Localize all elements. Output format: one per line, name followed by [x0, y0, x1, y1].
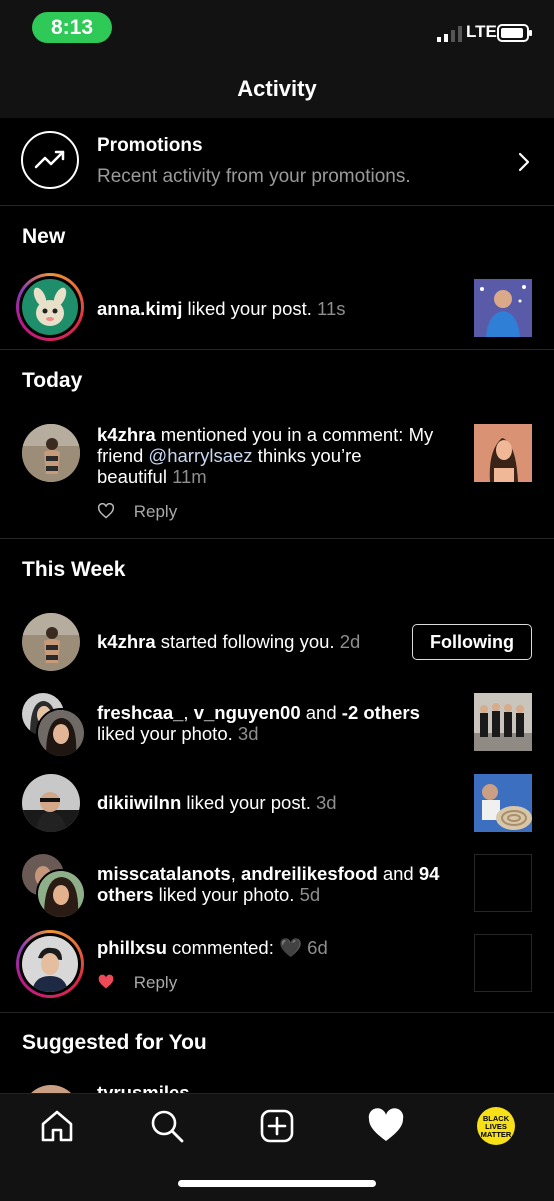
nav-header: Activity: [0, 60, 554, 118]
signal-icon: [437, 26, 462, 42]
home-icon[interactable]: [37, 1106, 77, 1146]
avatar[interactable]: [36, 708, 86, 758]
username[interactable]: dikiiwilnn: [97, 792, 181, 813]
avatar[interactable]: [22, 613, 80, 671]
status-time: 8:13: [32, 12, 112, 43]
reply-row: Reply: [97, 973, 177, 993]
story-ring[interactable]: [16, 930, 84, 998]
activity-text: dikiiwilnn liked your post. 3d: [97, 792, 337, 813]
search-icon[interactable]: [147, 1106, 187, 1146]
battery-icon: [497, 24, 532, 42]
network-label: LTE: [466, 22, 497, 41]
activity-text: freshcaa_, v_nguyen00 and -2 others like…: [97, 702, 420, 744]
chevron-right-icon: [518, 152, 530, 172]
username[interactable]: k4zhra: [97, 424, 156, 445]
story-ring[interactable]: [16, 273, 84, 341]
post-thumbnail[interactable]: [474, 693, 532, 751]
activity-text: misscatalanots, andreilikesfood and 94 o…: [97, 863, 440, 905]
trending-icon: [21, 131, 79, 189]
section-new-title: New: [22, 225, 66, 248]
black-heart-emoji: 🖤: [278, 937, 303, 958]
post-thumbnail[interactable]: [474, 774, 532, 832]
page-title: Activity: [237, 76, 317, 101]
reply-button[interactable]: Reply: [134, 973, 177, 992]
reply-row: Reply: [97, 502, 177, 522]
username[interactable]: phillxsu: [97, 937, 167, 958]
activity-text: k4zhra mentioned you in a comment: My fr…: [97, 424, 434, 487]
username[interactable]: k4zhra: [97, 631, 156, 652]
following-button[interactable]: Following: [412, 624, 532, 660]
avatar[interactable]: [36, 869, 86, 919]
section-today-title: Today: [22, 369, 83, 392]
section-suggested-title: Suggested for You: [22, 1031, 207, 1054]
username[interactable]: misscatalanots: [97, 863, 231, 884]
activity-text: phillxsu commented: 🖤 6d: [97, 937, 328, 958]
heart-outline-icon[interactable]: [97, 502, 115, 519]
reply-button[interactable]: Reply: [134, 502, 177, 521]
username[interactable]: anna.kimj: [97, 298, 182, 319]
post-thumbnail[interactable]: [474, 854, 532, 912]
profile-avatar[interactable]: BLACK LIVES MATTER: [477, 1107, 515, 1145]
avatar: [22, 936, 78, 992]
promotions-row[interactable]: Promotions Recent activity from your pro…: [0, 118, 554, 206]
mention-link[interactable]: @harrylsaez: [148, 445, 252, 466]
username[interactable]: andreilikesfood: [241, 863, 378, 884]
post-thumbnail[interactable]: [474, 279, 532, 337]
avatar[interactable]: [22, 774, 80, 832]
section-this-week-title: This Week: [22, 558, 126, 581]
status-bar: 8:13 LTE: [0, 0, 554, 60]
username[interactable]: v_nguyen00: [194, 702, 301, 723]
avatar: [22, 279, 78, 335]
home-indicator: [178, 1180, 376, 1187]
avatar[interactable]: [22, 424, 80, 482]
new-post-icon[interactable]: [257, 1106, 297, 1146]
heart-filled-icon[interactable]: [97, 974, 115, 990]
activity-heart-icon[interactable]: [366, 1106, 406, 1146]
promotions-subtitle: Recent activity from your promotions.: [97, 166, 411, 187]
username[interactable]: freshcaa_: [97, 702, 183, 723]
activity-text: anna.kimj liked your post. 11s: [97, 298, 346, 319]
post-thumbnail[interactable]: [474, 934, 532, 992]
activity-text: k4zhra started following you. 2d: [97, 631, 361, 652]
post-thumbnail[interactable]: [474, 424, 532, 482]
promotions-title: Promotions: [97, 135, 203, 156]
